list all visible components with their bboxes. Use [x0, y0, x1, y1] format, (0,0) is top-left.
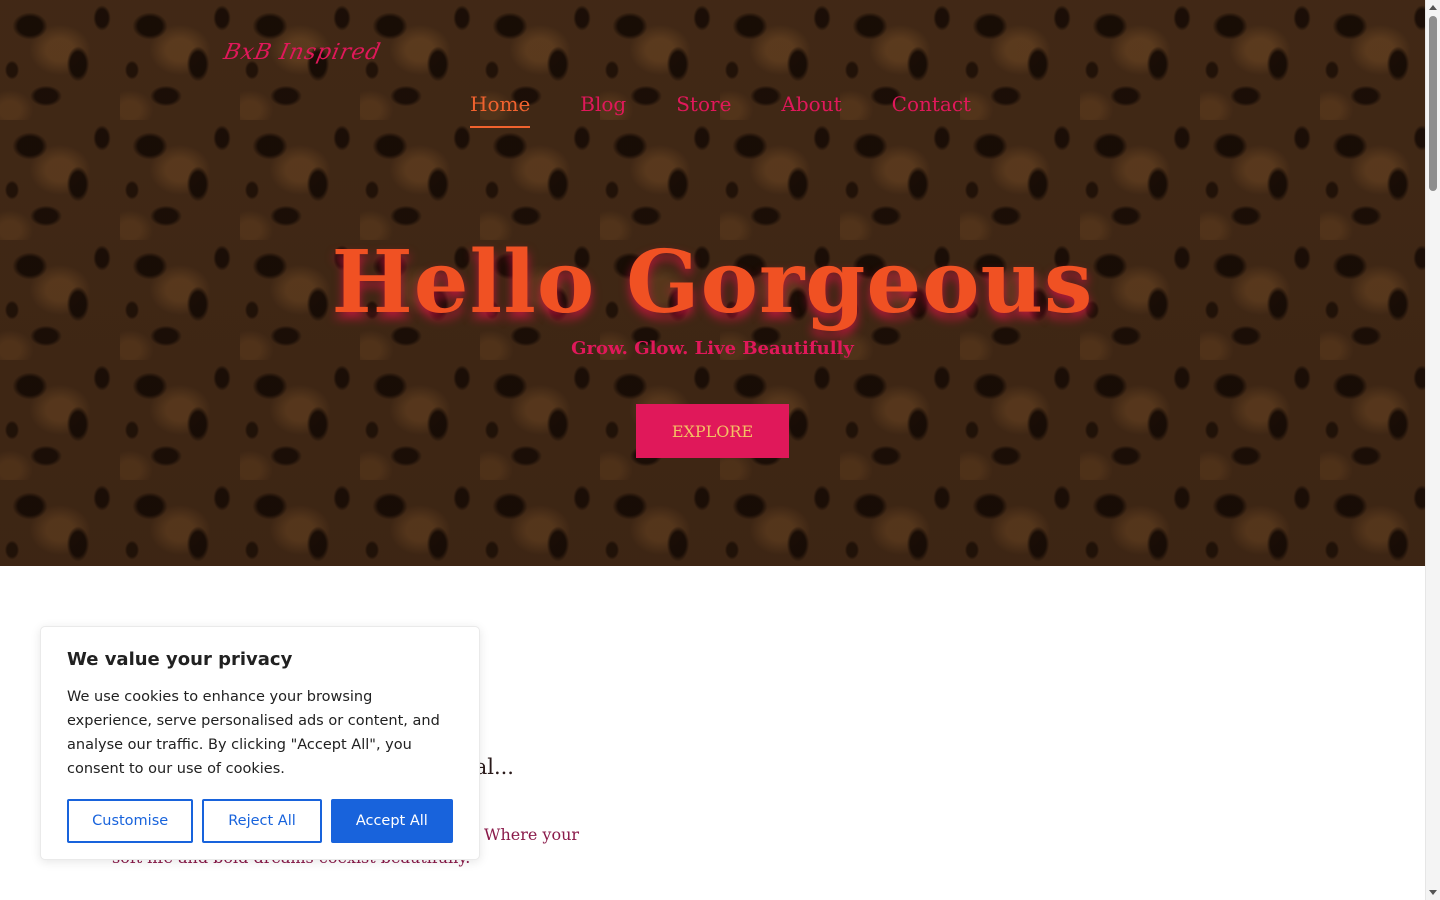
hero-title: Hello Gorgeous	[331, 232, 1094, 333]
cookie-actions: Customise Reject All Accept All	[67, 799, 453, 843]
main-nav: Home Blog Store About Contact	[470, 92, 1021, 128]
scroll-down-icon[interactable]	[1429, 890, 1437, 895]
scrollbar-thumb[interactable]	[1429, 16, 1437, 191]
explore-button[interactable]: EXPLORE	[636, 404, 789, 458]
scroll-up-icon[interactable]	[1429, 5, 1437, 10]
nav-item-store[interactable]: Store	[676, 92, 731, 128]
nav-item-about[interactable]: About	[781, 92, 841, 128]
cookie-description: We use cookies to enhance your browsing …	[67, 689, 440, 777]
cookie-title: We value your privacy	[67, 649, 293, 670]
nav-item-home[interactable]: Home	[470, 92, 531, 128]
hero-section: BxB Inspired Home Blog Store About Conta…	[0, 0, 1425, 566]
cookie-consent-banner: We value your privacy We use cookies to …	[40, 626, 480, 860]
reject-all-button[interactable]: Reject All	[202, 799, 322, 843]
site-logo[interactable]: BxB Inspired	[221, 40, 383, 65]
accept-all-button[interactable]: Accept All	[330, 799, 453, 843]
customise-button[interactable]: Customise	[67, 799, 194, 843]
nav-item-contact[interactable]: Contact	[892, 92, 971, 128]
hero-subtitle: Grow. Glow. Live Beautifully	[571, 338, 854, 359]
nav-item-blog[interactable]: Blog	[580, 92, 626, 128]
page-scrollbar[interactable]	[1425, 0, 1440, 900]
